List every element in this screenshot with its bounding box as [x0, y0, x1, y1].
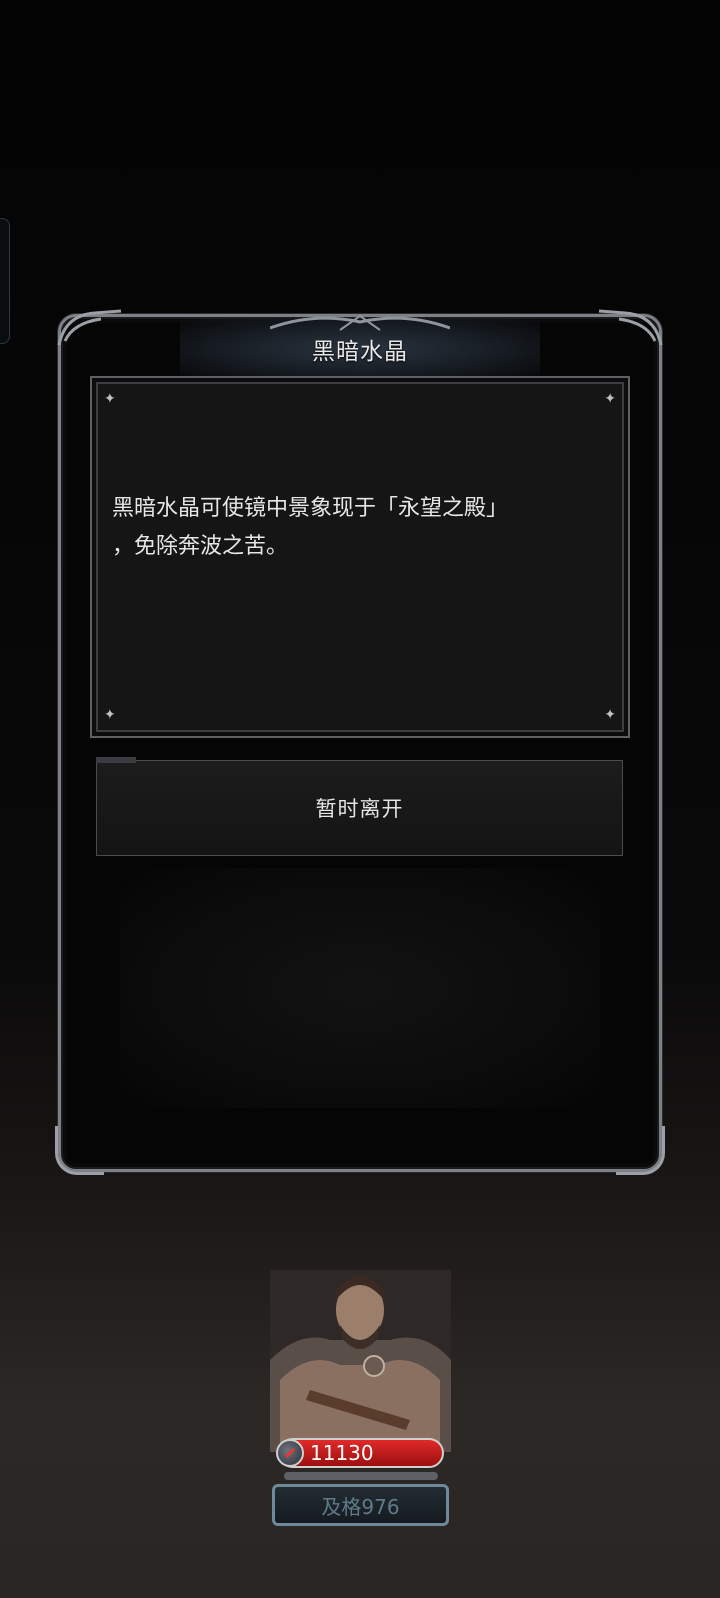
button-edge-chip: [96, 757, 136, 763]
warrior-portrait-icon: [270, 1270, 451, 1452]
dialog-title: 黑暗水晶: [312, 339, 408, 365]
hero-rank-label: 及格976: [272, 1484, 449, 1526]
description-text: 黑暗水晶可使镜中景象现于「永望之殿」 ，免除奔波之苦。: [112, 490, 612, 566]
hero-portrait: [270, 1270, 451, 1452]
hp-value: 11130: [310, 1441, 374, 1465]
dialog-title-bar: 黑暗水晶: [180, 314, 540, 380]
description-panel: ✦ ✦ ✦ ✦ 黑暗水晶可使镜中景象现于「永望之殿」 ，免除奔波之苦。: [90, 376, 630, 738]
hero-card[interactable]: 11130 及格976: [270, 1270, 451, 1528]
filigree-ornament-icon: [270, 314, 450, 331]
corner-ornament-icon: [598, 309, 663, 346]
description-line-1: 黑暗水晶可使镜中景象现于「永望之殿」: [112, 496, 509, 521]
leave-temporarily-button[interactable]: 暂时离开: [96, 757, 623, 856]
corner-ornament-icon: [57, 309, 122, 346]
description-line-2: ，免除奔波之苦。: [112, 534, 289, 559]
secondary-bar: [284, 1472, 438, 1480]
sparkle-star-icon: ✦: [104, 707, 116, 723]
edge-drawer-tab[interactable]: [0, 218, 10, 344]
dialog-background-texture: [120, 868, 600, 1108]
sparkle-star-icon: ✦: [604, 391, 616, 407]
leave-button-label: 暂时离开: [315, 797, 404, 821]
hp-bar: 11130: [276, 1438, 444, 1468]
sparkle-star-icon: ✦: [104, 391, 116, 407]
potion-icon: [276, 1439, 304, 1467]
sparkle-star-icon: ✦: [604, 707, 616, 723]
